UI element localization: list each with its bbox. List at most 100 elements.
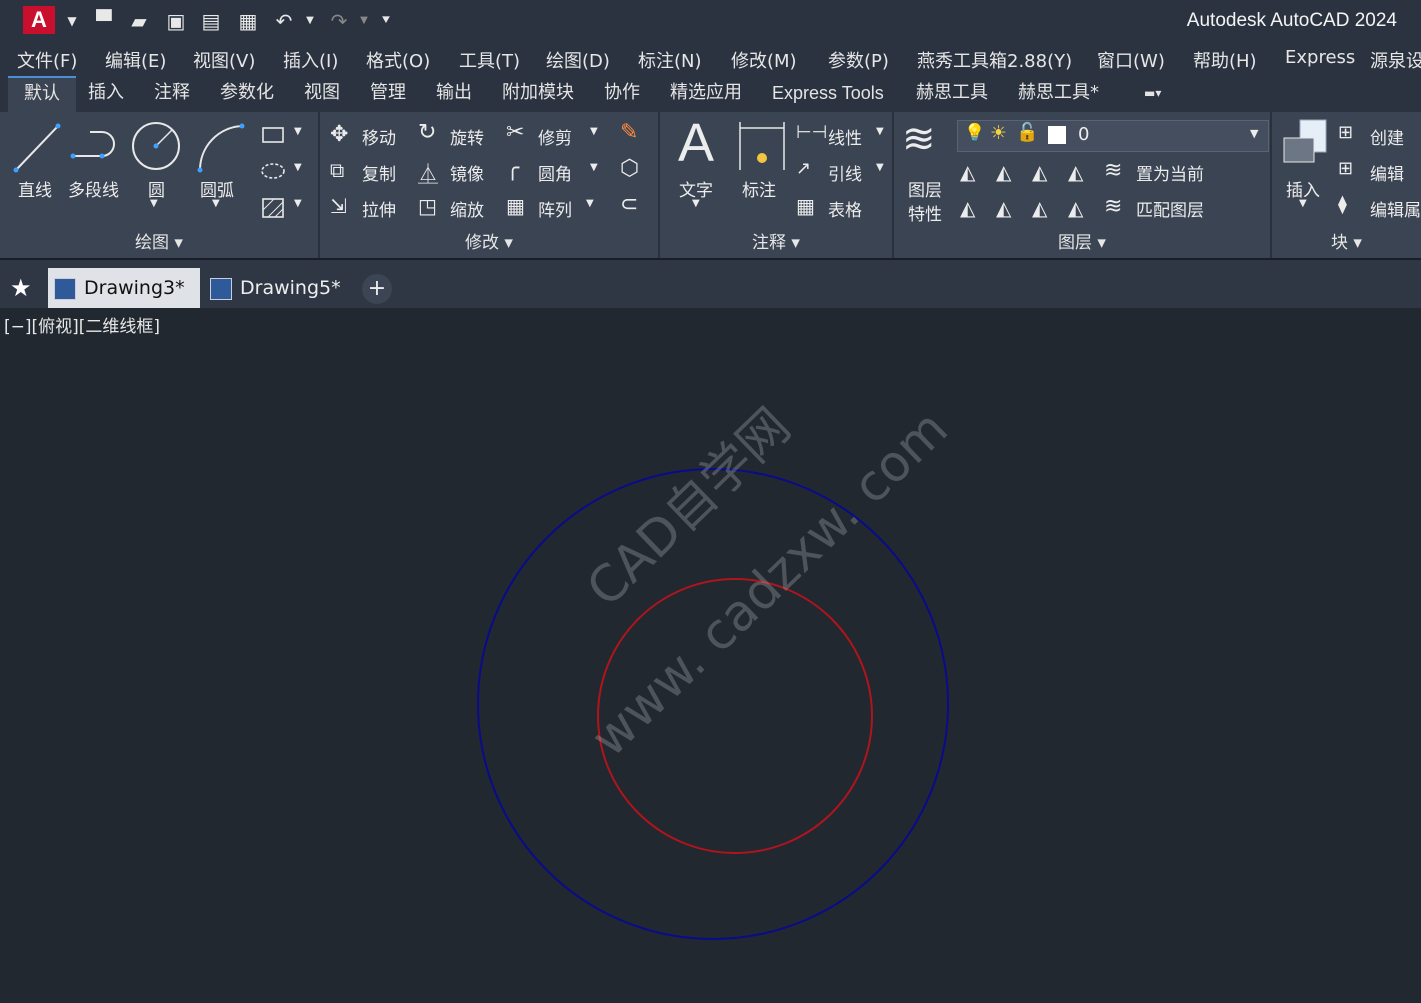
circle-icon[interactable] [130, 120, 184, 174]
layer-unisolate-icon[interactable]: ◭ [996, 196, 1011, 220]
hatch-icon[interactable] [260, 196, 286, 220]
tab-insert[interactable]: 插入 [84, 76, 128, 110]
edit-block-button[interactable]: 编辑 [1370, 160, 1404, 185]
arc-dropdown-icon[interactable]: ▼ [212, 198, 220, 209]
layer-thaw-icon[interactable]: ☀ [990, 122, 1007, 144]
document-tab-drawing5[interactable]: Drawing5* [204, 268, 354, 308]
array-dropdown-icon[interactable]: ▼ [586, 198, 594, 209]
undo-dropdown-icon[interactable]: ▼ [296, 8, 324, 34]
move-button[interactable]: 移动 [362, 124, 396, 149]
table-button[interactable]: 表格 [828, 196, 862, 221]
menu-window[interactable]: 窗口(W) [1097, 47, 1165, 73]
stretch-icon[interactable]: ⇲ [330, 194, 347, 218]
annotation-panel-title[interactable]: 注释 ▾ [660, 230, 892, 256]
fillet-icon[interactable]: ╭ [506, 156, 519, 181]
tab-hesi-tools-star[interactable]: 赫思工具* [1014, 76, 1103, 110]
layer-off-icon[interactable]: ◭ [960, 160, 975, 184]
layer-on-all-icon[interactable]: ◭ [960, 196, 975, 220]
application-menu-button[interactable]: A [23, 6, 55, 34]
polyline-button-label[interactable]: 多段线 [68, 176, 119, 201]
arc-icon[interactable] [194, 120, 248, 174]
save-icon[interactable]: ▣ [162, 8, 190, 34]
rectangle-dropdown-icon[interactable]: ▼ [294, 126, 302, 137]
app-menu-dropdown-icon[interactable]: ▼ [58, 8, 86, 34]
menu-view[interactable]: 视图(V) [193, 47, 255, 73]
text-icon[interactable]: A [678, 112, 714, 174]
new-tab-plus-icon[interactable]: + [362, 274, 392, 304]
draw-panel-title[interactable]: 绘图 ▾ [0, 230, 318, 256]
match-layer-button[interactable]: 匹配图层 [1136, 196, 1204, 221]
menu-yuanquan[interactable]: 源泉设 [1370, 47, 1421, 73]
text-dropdown-icon[interactable]: ▼ [692, 198, 700, 209]
layer-color-swatch[interactable] [1048, 126, 1066, 144]
scale-button[interactable]: 缩放 [450, 196, 484, 221]
open-folder-icon[interactable]: ▰ [125, 8, 153, 34]
menu-parametric[interactable]: 参数(P) [828, 47, 889, 73]
make-current-button[interactable]: 置为当前 [1136, 160, 1204, 185]
layer-unlock-icon[interactable]: 🔓 [1016, 122, 1038, 143]
modify-panel-title[interactable]: 修改 ▾ [320, 230, 658, 256]
rotate-button[interactable]: 旋转 [450, 124, 484, 149]
layer-properties-label-1[interactable]: 图层 [908, 176, 942, 201]
mirror-button[interactable]: 镜像 [450, 160, 484, 185]
copy-icon[interactable]: ⧉ [330, 158, 344, 182]
tab-hesi-tools[interactable]: 赫思工具 [912, 76, 992, 110]
dimension-button-label[interactable]: 标注 [742, 176, 776, 201]
viewport-controls[interactable]: [−][俯视][二维线框] [4, 312, 160, 337]
ellipse-dropdown-icon[interactable]: ▼ [294, 162, 302, 173]
layer-on-icon[interactable]: 💡 [964, 123, 985, 143]
circle-dropdown-icon[interactable]: ▼ [150, 198, 158, 209]
copy-button[interactable]: 复制 [362, 160, 396, 185]
menu-format[interactable]: 格式(O) [366, 47, 430, 73]
rectangle-icon[interactable] [260, 124, 286, 146]
block-panel-title[interactable]: 块 ▾ [1272, 230, 1421, 256]
menu-tools[interactable]: 工具(T) [459, 47, 520, 73]
start-tab-star-icon[interactable]: ★ [10, 268, 32, 308]
menu-draw[interactable]: 绘图(D) [546, 47, 610, 73]
create-block-icon[interactable]: ⊞ [1338, 122, 1353, 143]
layer-freeze-icon[interactable]: ◭ [1032, 160, 1047, 184]
leader-button[interactable]: 引线 [828, 160, 862, 185]
line-button-label[interactable]: 直线 [18, 176, 52, 201]
table-icon[interactable]: ▦ [796, 194, 815, 218]
tab-manage[interactable]: 管理 [366, 76, 410, 110]
ribbon-minimize-icon[interactable]: ▬▾ [1140, 76, 1165, 110]
customize-toolbar-icon[interactable]: ⯆ [372, 8, 400, 34]
line-icon[interactable] [12, 120, 62, 174]
create-block-button[interactable]: 创建 [1370, 124, 1404, 149]
scale-icon[interactable]: ◳ [418, 194, 437, 218]
layer-properties-label-2[interactable]: 特性 [908, 200, 942, 225]
trim-dropdown-icon[interactable]: ▼ [590, 126, 598, 137]
tab-addins[interactable]: 附加模块 [498, 76, 578, 110]
layer-unlock-all-icon[interactable]: ◭ [1068, 196, 1083, 220]
menu-express[interactable]: Express [1285, 47, 1355, 68]
menu-help[interactable]: 帮助(H) [1193, 47, 1257, 73]
dimension-icon[interactable] [736, 120, 788, 172]
trim-icon[interactable]: ✂ [506, 120, 524, 145]
layer-dropdown[interactable]: 💡 ☀ 🔓 0 ▼ [957, 120, 1269, 152]
document-tab-drawing3[interactable]: Drawing3* [48, 268, 200, 308]
layer-lock-icon[interactable]: ◭ [1068, 160, 1083, 184]
leader-icon[interactable]: ↗ [796, 158, 811, 179]
tab-collaborate[interactable]: 协作 [600, 76, 644, 110]
new-file-icon[interactable]: ▀ [90, 8, 118, 34]
explode-icon[interactable]: ⬡ [620, 156, 639, 181]
hatch-dropdown-icon[interactable]: ▼ [294, 198, 302, 209]
redo-icon[interactable]: ↷ [325, 8, 353, 34]
make-current-icon[interactable]: ≋ [1104, 158, 1122, 183]
linear-button[interactable]: 线性 [828, 124, 862, 149]
linear-dropdown-icon[interactable]: ▼ [876, 126, 884, 137]
array-icon[interactable]: ▦ [506, 194, 525, 218]
tab-default[interactable]: 默认 [8, 76, 76, 112]
ellipse-icon[interactable] [260, 160, 286, 182]
print-icon[interactable]: ▦ [234, 8, 262, 34]
tab-parametric[interactable]: 参数化 [216, 76, 278, 110]
layer-dropdown-arrow-icon[interactable]: ▼ [1250, 127, 1258, 140]
menu-file[interactable]: 文件(F) [17, 47, 77, 73]
leader-dropdown-icon[interactable]: ▼ [876, 162, 884, 173]
tab-annotate[interactable]: 注释 [150, 76, 194, 110]
menu-insert[interactable]: 插入(I) [283, 47, 338, 73]
erase-icon[interactable]: ✎ [620, 120, 638, 145]
insert-block-icon[interactable] [1280, 118, 1330, 170]
menu-yanxiu-toolbox[interactable]: 燕秀工具箱2.88(Y) [917, 47, 1072, 73]
